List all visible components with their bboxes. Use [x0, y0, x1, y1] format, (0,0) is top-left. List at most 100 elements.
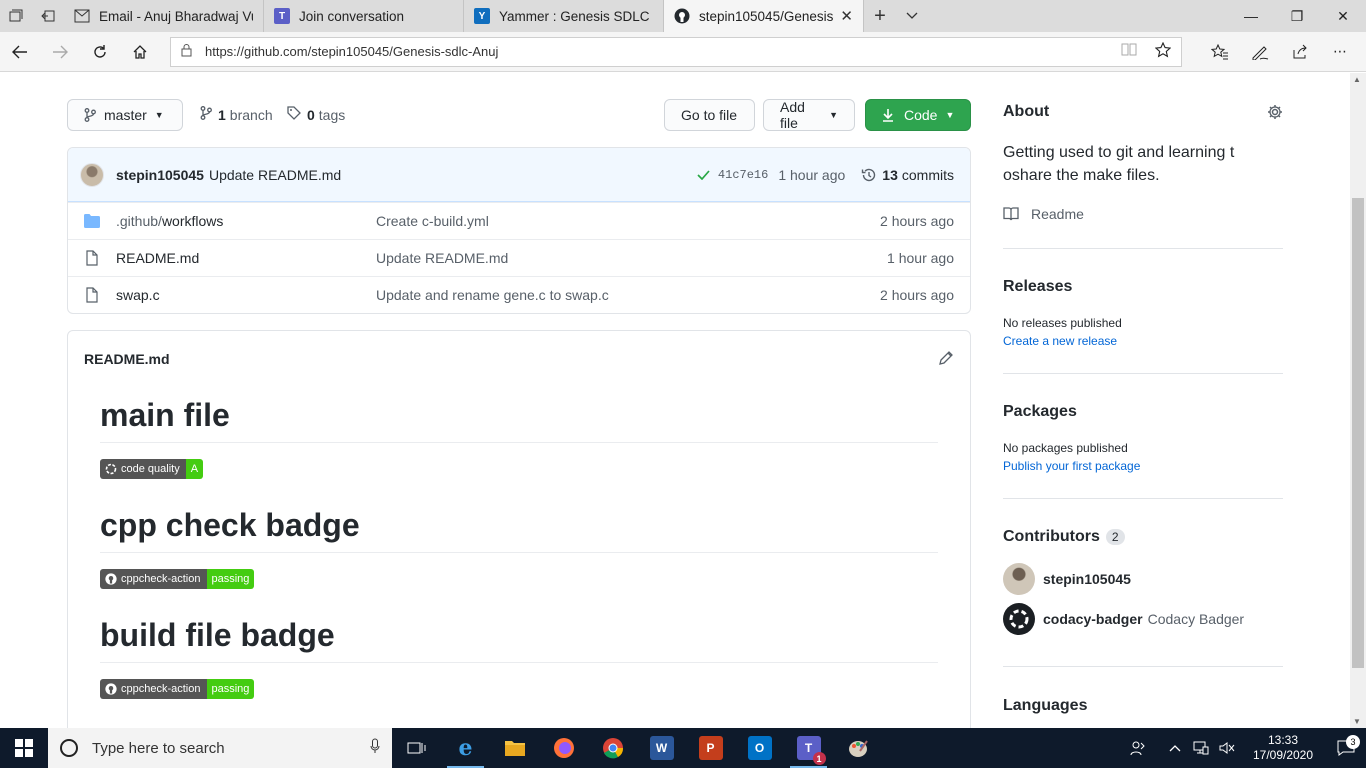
show-hidden-icons-chevron-icon[interactable] [1163, 744, 1187, 752]
refresh-icon[interactable] [80, 32, 120, 72]
url-input[interactable]: https://github.com/stepin105045/Genesis-… [170, 36, 1182, 67]
tags-link[interactable]: 0 tags [287, 106, 345, 123]
branches-link[interactable]: 1 branch [200, 106, 273, 123]
browser-address-bar: https://github.com/stepin105045/Genesis-… [0, 32, 1366, 72]
table-row[interactable]: README.md Update README.md 1 hour ago [68, 239, 970, 276]
forward-icon[interactable] [40, 32, 80, 72]
more-options-icon[interactable]: ⋯ [1320, 32, 1360, 72]
badge-value: passing [206, 679, 255, 699]
browser-tab[interactable]: T Join conversation [264, 0, 464, 32]
firefox-icon[interactable] [539, 728, 588, 768]
volume-muted-icon[interactable] [1215, 741, 1239, 755]
browser-tab-active[interactable]: stepin105045/Genesis-s ✕ [664, 0, 864, 32]
powerpoint-icon[interactable]: P [686, 728, 735, 768]
action-center-icon[interactable]: 3 [1326, 735, 1366, 756]
cppcheck-badge[interactable]: cppcheck-action passing [100, 569, 255, 589]
back-icon[interactable] [0, 32, 40, 72]
task-view-icon[interactable] [392, 728, 441, 768]
scrollbar-thumb[interactable] [1352, 198, 1364, 668]
table-row[interactable]: .github/workflows Create c-build.yml 2 h… [68, 202, 970, 239]
edit-pencil-icon[interactable] [939, 350, 954, 368]
paint-icon[interactable] [833, 728, 882, 768]
tab-list-chevron-icon[interactable] [896, 0, 928, 32]
edge-taskbar-icon[interactable]: e [441, 728, 490, 768]
commit-author[interactable]: stepin105045 [116, 167, 204, 183]
commit-message[interactable]: Update README.md [209, 167, 341, 183]
settings-gear-icon[interactable] [1267, 104, 1283, 120]
outlook-icon[interactable]: O [735, 728, 784, 768]
scroll-down-icon[interactable]: ▼ [1353, 717, 1361, 726]
network-icon[interactable] [1189, 741, 1213, 755]
contributor-item[interactable]: codacy-badger Codacy Badger [1003, 603, 1244, 635]
scroll-up-icon[interactable]: ▲ [1353, 75, 1361, 84]
build-file-badge[interactable]: cppcheck-action passing [100, 679, 255, 699]
file-explorer-icon[interactable] [490, 728, 539, 768]
table-row[interactable]: swap.c Update and rename gene.c to swap.… [68, 276, 970, 313]
code-download-button[interactable]: Code ▼ [865, 99, 971, 131]
close-window-icon[interactable]: ✕ [1320, 0, 1366, 32]
taskbar-search-input[interactable]: Type here to search [48, 728, 392, 768]
contributor-item[interactable]: stepin105045 [1003, 563, 1131, 595]
add-file-label: Add file [780, 99, 805, 131]
releases-title[interactable]: Releases [1003, 278, 1072, 296]
favorite-star-icon[interactable] [1154, 41, 1172, 61]
badge-label: code quality [121, 463, 180, 475]
web-note-pen-icon[interactable] [1240, 32, 1280, 72]
tab-manager-icon[interactable] [0, 0, 32, 32]
packages-text: No packages published [1003, 441, 1128, 455]
windows-start-icon[interactable] [0, 728, 48, 768]
code-quality-badge[interactable]: code quality A [100, 459, 204, 479]
page-scrollbar[interactable]: ▲ ▼ [1350, 73, 1366, 728]
yammer-icon: Y [474, 8, 490, 24]
avatar[interactable] [80, 162, 104, 187]
commit-sha[interactable]: 41c7e16 [718, 168, 768, 182]
teams-icon: T [274, 8, 290, 24]
favorites-list-icon[interactable] [1200, 32, 1240, 72]
tab-title: Yammer : Genesis SDLC : All [499, 8, 653, 24]
check-icon[interactable] [697, 167, 710, 183]
contributors-heading[interactable]: Contributors 2 [1003, 528, 1125, 546]
new-tab-icon[interactable]: + [864, 0, 896, 32]
readme-heading: main file [100, 397, 938, 443]
file-name[interactable]: README.md [116, 250, 376, 266]
commit-label: commits [901, 166, 954, 183]
publish-package-link[interactable]: Publish your first package [1003, 459, 1140, 473]
teams-taskbar-icon[interactable]: T 1 [784, 728, 833, 768]
file-name[interactable]: swap.c [116, 287, 376, 303]
readme-sidebar-link[interactable]: Readme [1003, 206, 1084, 222]
browser-tab[interactable]: Y Yammer : Genesis SDLC : All [464, 0, 664, 32]
reading-view-icon[interactable] [1121, 42, 1137, 61]
folder-icon [84, 214, 100, 228]
branch-select-button[interactable]: master ▼ [67, 99, 183, 131]
tag-count: 0 [307, 106, 315, 123]
close-tab-icon[interactable]: ✕ [840, 7, 853, 25]
go-to-file-button[interactable]: Go to file [664, 99, 755, 131]
word-icon[interactable]: W [637, 728, 686, 768]
commits-link[interactable]: 13 commits [861, 167, 954, 183]
packages-title[interactable]: Packages [1003, 403, 1077, 421]
file-commit-message[interactable]: Update README.md [376, 250, 887, 266]
people-icon[interactable] [1126, 740, 1150, 756]
microphone-icon[interactable] [370, 738, 380, 758]
set-aside-tabs-icon[interactable] [32, 0, 64, 32]
add-file-button[interactable]: Add file ▼ [763, 99, 855, 131]
taskbar-clock[interactable]: 13:33 17/09/2020 [1246, 733, 1320, 763]
tag-label: tags [318, 106, 346, 123]
browser-tab[interactable]: Email - Anuj Bharadwaj Vud [64, 0, 264, 32]
divider [1003, 248, 1283, 249]
notification-count: 3 [1346, 735, 1360, 749]
home-icon[interactable] [120, 32, 160, 72]
minimize-icon[interactable]: — [1228, 0, 1274, 32]
search-placeholder: Type here to search [92, 739, 225, 757]
file-commit-message[interactable]: Create c-build.yml [376, 213, 880, 229]
chrome-icon[interactable] [588, 728, 637, 768]
share-icon[interactable] [1280, 32, 1320, 72]
commit-count: 13 [882, 166, 898, 183]
readme-title[interactable]: README.md [84, 351, 170, 367]
create-release-link[interactable]: Create a new release [1003, 334, 1117, 348]
file-commit-message[interactable]: Update and rename gene.c to swap.c [376, 287, 880, 303]
file-name[interactable]: .github/workflows [116, 213, 376, 229]
branch-label: branch [229, 106, 273, 123]
badge-value: A [185, 459, 204, 479]
restore-icon[interactable]: ❐ [1274, 0, 1320, 32]
